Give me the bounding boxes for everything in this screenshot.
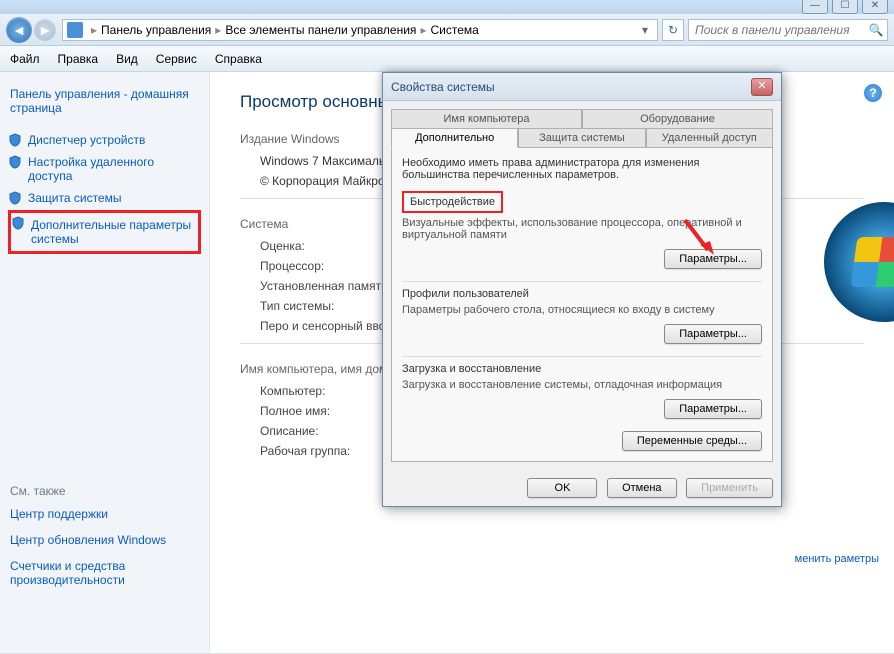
- shield-icon: [11, 216, 25, 230]
- performance-title: Быстродействие: [402, 191, 503, 213]
- search-icon[interactable]: 🔍: [865, 23, 887, 37]
- sidebar: Панель управления - домашняя страница Ди…: [0, 72, 210, 653]
- refresh-button[interactable]: ↻: [662, 19, 684, 41]
- system-properties-dialog: Свойства системы ✕ Имя компьютера Оборуд…: [382, 72, 782, 507]
- dialog-titlebar[interactable]: Свойства системы ✕: [383, 73, 781, 101]
- tab-hardware[interactable]: Оборудование: [582, 109, 773, 129]
- menu-help[interactable]: Справка: [215, 52, 262, 66]
- sidebar-home-link[interactable]: Панель управления - домашняя страница: [8, 84, 201, 118]
- dialog-close-button[interactable]: ✕: [751, 78, 773, 96]
- minimize-button[interactable]: —: [802, 0, 828, 14]
- window-titlebar: — ☐ ✕: [0, 0, 894, 14]
- performance-params-button[interactable]: Параметры...: [664, 249, 762, 269]
- menu-view[interactable]: Вид: [116, 52, 138, 66]
- menu-tools[interactable]: Сервис: [156, 52, 197, 66]
- navigation-bar: ◄ ► ▸ Панель управления ▸ Все элементы п…: [0, 14, 894, 46]
- breadcrumb[interactable]: ▸ Панель управления ▸ Все элементы панел…: [62, 19, 658, 41]
- shield-icon: [8, 155, 22, 169]
- seealso-support[interactable]: Центр поддержки: [8, 504, 201, 524]
- seealso-header: См. также: [8, 484, 201, 498]
- env-vars-button[interactable]: Переменные среды...: [622, 431, 762, 451]
- profiles-desc: Параметры рабочего стола, относящиеся ко…: [402, 304, 762, 316]
- tab-remote[interactable]: Удаленный доступ: [646, 128, 773, 148]
- sidebar-item-advanced[interactable]: Дополнительные параметры системы: [8, 210, 201, 254]
- startup-group: Загрузка и восстановление Загрузка и вос…: [402, 356, 762, 419]
- dialog-title: Свойства системы: [391, 80, 751, 94]
- profiles-params-button[interactable]: Параметры...: [664, 324, 762, 344]
- breadcrumb-item[interactable]: Система: [430, 23, 478, 37]
- breadcrumb-dropdown[interactable]: ▾: [637, 23, 653, 37]
- search-input[interactable]: [689, 23, 865, 37]
- shield-icon: [8, 133, 22, 147]
- tab-content: Необходимо иметь права администратора дл…: [391, 147, 773, 462]
- windows-logo: [824, 202, 894, 322]
- tab-computer-name[interactable]: Имя компьютера: [391, 109, 582, 129]
- startup-desc: Загрузка и восстановление системы, отлад…: [402, 379, 762, 391]
- seealso-update[interactable]: Центр обновления Windows: [8, 530, 201, 550]
- back-button[interactable]: ◄: [6, 17, 32, 43]
- apply-button[interactable]: Применить: [686, 478, 773, 498]
- sidebar-item-remote[interactable]: Настройка удаленного доступа: [8, 152, 201, 186]
- maximize-button[interactable]: ☐: [832, 0, 858, 14]
- startup-title: Загрузка и восстановление: [402, 363, 762, 375]
- forward-button[interactable]: ►: [34, 19, 56, 41]
- menu-bar: Файл Правка Вид Сервис Справка: [0, 46, 894, 72]
- sidebar-item-device-manager[interactable]: Диспетчер устройств: [8, 130, 201, 150]
- tab-advanced[interactable]: Дополнительно: [391, 128, 518, 148]
- menu-edit[interactable]: Правка: [58, 52, 99, 66]
- search-box[interactable]: 🔍: [688, 19, 888, 41]
- shield-icon: [8, 191, 22, 205]
- admin-note: Необходимо иметь права администратора дл…: [402, 157, 762, 181]
- startup-params-button[interactable]: Параметры...: [664, 399, 762, 419]
- breadcrumb-item[interactable]: Все элементы панели управления: [225, 23, 416, 37]
- ok-button[interactable]: OK: [527, 478, 597, 498]
- control-panel-icon: [67, 22, 83, 38]
- help-icon[interactable]: ?: [864, 84, 882, 102]
- menu-file[interactable]: Файл: [10, 52, 40, 66]
- seealso-perf[interactable]: Счетчики и средства производительности: [8, 556, 201, 590]
- change-params-link[interactable]: менить раметры: [795, 552, 879, 566]
- breadcrumb-item[interactable]: Панель управления: [101, 23, 211, 37]
- performance-desc: Визуальные эффекты, использование процес…: [402, 217, 762, 241]
- tab-protection[interactable]: Защита системы: [518, 128, 645, 148]
- profiles-title: Профили пользователей: [402, 288, 762, 300]
- profiles-group: Профили пользователей Параметры рабочего…: [402, 281, 762, 344]
- performance-group: Быстродействие Визуальные эффекты, испол…: [402, 191, 762, 269]
- sidebar-item-protection[interactable]: Защита системы: [8, 188, 201, 208]
- close-button[interactable]: ✕: [862, 0, 888, 14]
- cancel-button[interactable]: Отмена: [607, 478, 677, 498]
